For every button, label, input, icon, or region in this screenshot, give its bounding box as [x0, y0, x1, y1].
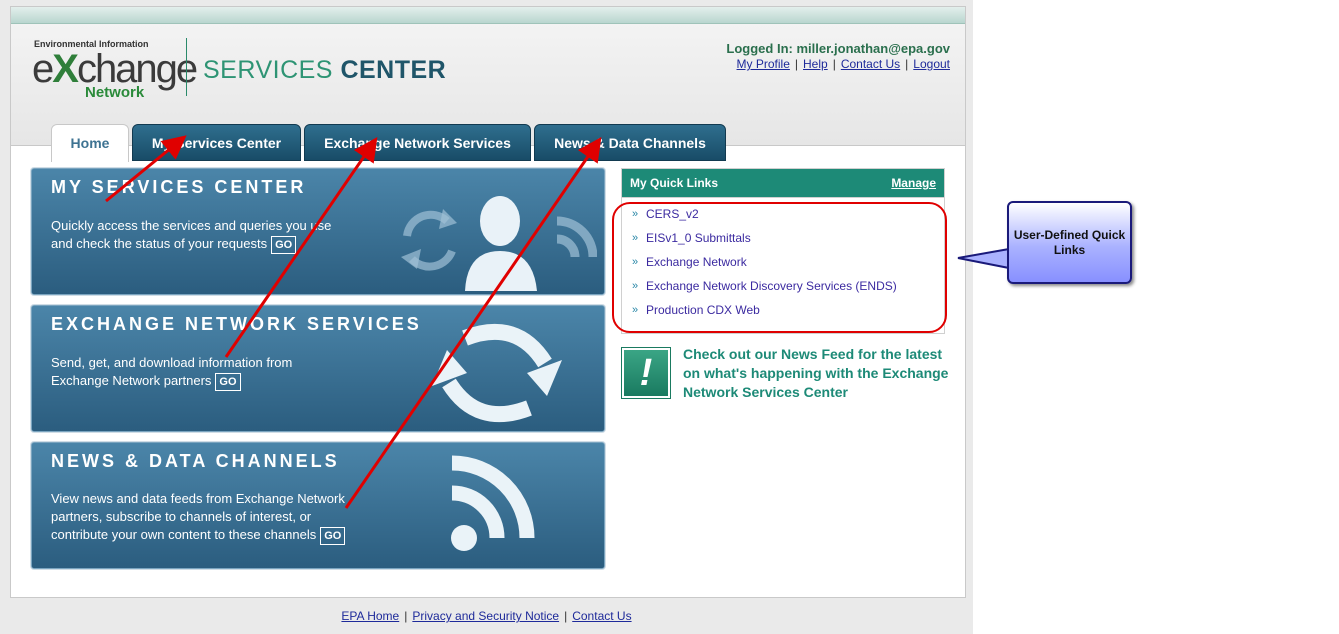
go-button[interactable]: GO	[271, 236, 297, 254]
panel-line: Exchange Network partners	[51, 373, 212, 388]
top-strip	[11, 7, 965, 24]
page-title: SERVICES CENTER	[203, 56, 446, 85]
privacy-notice-link[interactable]: Privacy and Security Notice	[412, 609, 559, 623]
exchange-network-services-panel[interactable]: EXCHANGE NETWORK SERVICES Send, get, and…	[31, 305, 605, 432]
panel-description: Send, get, and download information from…	[51, 354, 292, 391]
panel-line: View news and data feeds from Exchange N…	[51, 491, 345, 506]
quick-links-callout: User-Defined Quick Links	[1007, 201, 1132, 284]
separator: |	[794, 57, 798, 71]
tab-news-data-channels[interactable]: News & Data Channels	[534, 124, 726, 161]
footer-links: EPA Home | Privacy and Security Notice | Con…	[0, 609, 973, 623]
logo-divider	[186, 38, 187, 96]
my-services-center-panel[interactable]: MY SERVICES CENTER Quickly access the se…	[31, 168, 605, 295]
logo-e: e	[32, 47, 54, 91]
title-center: CENTER	[340, 56, 447, 84]
panel-line: Send, get, and download information from	[51, 355, 293, 370]
logo-network-label: Network	[85, 84, 145, 101]
logged-in-user: Logged In: miller.jonathan@epa.gov	[726, 41, 950, 56]
tab-exchange-network-services[interactable]: Exchange Network Services	[304, 124, 531, 161]
rss-feed-icon	[451, 455, 535, 551]
separator: |	[404, 609, 408, 623]
separator: |	[905, 57, 909, 71]
panel-description: View news and data feeds from Exchange N…	[51, 490, 346, 545]
separator: |	[832, 57, 836, 71]
quick-links-title: My Quick Links	[630, 176, 719, 190]
annotation-oval	[612, 202, 947, 333]
panel-line: and check the status of your requests	[51, 236, 268, 251]
contact-us-link[interactable]: Contact Us	[841, 57, 900, 71]
panel-line: Quickly access the services and queries …	[51, 218, 332, 233]
go-button[interactable]: GO	[320, 527, 346, 545]
panel-line: partners, subscribe to channels of inter…	[51, 509, 312, 524]
news-data-channels-panel[interactable]: NEWS & DATA CHANNELS View news and data …	[31, 442, 605, 569]
separator: |	[564, 609, 568, 623]
exclamation-icon: !	[621, 347, 671, 399]
tab-home[interactable]: Home	[51, 124, 129, 162]
manage-link[interactable]: Manage	[891, 169, 936, 197]
quick-links-header: My Quick Links Manage	[622, 169, 944, 198]
news-feed-link[interactable]: Check out our News Feed for the latest o…	[683, 345, 953, 402]
panel-line: contribute your own content to these cha…	[51, 527, 317, 542]
header: Environmental Information eXchange Netwo…	[11, 24, 965, 162]
panel-title: EXCHANGE NETWORK SERVICES	[51, 314, 422, 334]
user-links: My Profile | Help | Contact Us | Logout	[737, 57, 950, 71]
logout-link[interactable]: Logout	[913, 57, 950, 71]
user-sync-icon	[401, 196, 597, 291]
epa-home-link[interactable]: EPA Home	[341, 609, 399, 623]
help-link[interactable]: Help	[803, 57, 828, 71]
logo-x: X	[52, 47, 79, 91]
footer-contact-link[interactable]: Contact Us	[572, 609, 631, 623]
tab-my-services-center[interactable]: My Services Center	[132, 124, 301, 161]
panel-title: MY SERVICES CENTER	[51, 177, 307, 197]
go-button[interactable]: GO	[215, 373, 241, 391]
title-services: SERVICES	[203, 56, 333, 84]
my-profile-link[interactable]: My Profile	[737, 57, 790, 71]
panel-description: Quickly access the services and queries …	[51, 217, 331, 254]
exchange-arrows-icon	[432, 323, 562, 423]
panel-title: NEWS & DATA CHANNELS	[51, 451, 340, 471]
